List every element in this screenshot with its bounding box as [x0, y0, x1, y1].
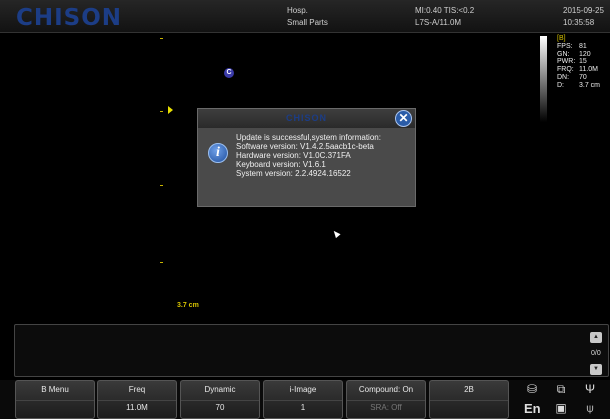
depth-tick — [160, 185, 163, 186]
info-icon: i — [208, 143, 228, 163]
page-count: 0/0 — [591, 350, 601, 357]
patient-info: Hosp. Small Parts — [287, 5, 328, 29]
message-line: System version: 2.2.4924.16522 — [236, 169, 351, 178]
param-row: FPS: 81 — [557, 42, 587, 50]
time: 10:35:58 — [563, 18, 595, 27]
usb-icon[interactable]: ⍦ — [582, 401, 598, 416]
freq-button[interactable]: Freq 11.0M — [97, 380, 177, 419]
dual-b-button[interactable]: 2B — [429, 380, 509, 419]
probe-info: MI:0.40 TIS:<0.2 L7S-A/11.0M — [415, 5, 474, 29]
center-marker: C — [224, 68, 234, 78]
depth-tick — [160, 111, 163, 112]
i-image-button[interactable]: i-Image 1 — [263, 380, 343, 419]
scroll-down-button[interactable]: ▼ — [590, 364, 602, 375]
update-info-dialog: CHISON ✕ i Update is successful,system i… — [197, 108, 416, 207]
param-row: GN: 120 — [557, 50, 591, 58]
datetime: 2015-09-25 10:35:58 — [563, 5, 604, 29]
chison-logo: CHISON — [16, 5, 123, 31]
b-menu-button[interactable]: B Menu — [15, 380, 95, 419]
top-header: CHISON Hosp. Small Parts MI:0.40 TIS:<0.… — [0, 0, 610, 33]
message-line: Software version: V1.4.2.5aacb1c-beta — [236, 142, 374, 151]
param-row: FRQ: 11.0M — [557, 66, 598, 74]
mode-label: [B] — [557, 35, 566, 42]
mi-tis-readout: MI:0.40 TIS:<0.2 — [415, 6, 475, 15]
bottom-menu: B Menu Freq 11.0M Dynamic 70 i-Image 1 C… — [0, 380, 610, 419]
printer-icon[interactable]: ▣ — [553, 401, 569, 415]
dynamic-button[interactable]: Dynamic 70 — [180, 380, 260, 419]
message-line: Hardware version: V1.0C.371FA — [236, 151, 351, 160]
dialog-titlebar: CHISON ✕ — [198, 109, 415, 128]
compound-button[interactable]: Compound: On SRA: Off — [346, 380, 426, 419]
scroll-up-button[interactable]: ▲ — [590, 332, 602, 343]
depth-tick — [160, 262, 163, 263]
hospital-name: Hosp. — [287, 6, 308, 15]
message-line: Keyboard version: V1.6.1 — [236, 160, 326, 169]
exam-type: Small Parts — [287, 18, 328, 27]
date: 2015-09-25 — [563, 6, 604, 15]
close-button[interactable]: ✕ — [395, 110, 412, 127]
usb-icon[interactable]: Ψ — [582, 382, 598, 396]
param-row: PWR: 15 — [557, 58, 587, 66]
depth-tick — [160, 38, 163, 39]
message-line: Update is successful,system information: — [236, 133, 381, 142]
imaging-params: [B] FPS: 81 GN: 120 PWR: 15 FRQ: 11.0M DN: 70… — [557, 35, 600, 90]
depth-label: 3.7 cm — [177, 302, 199, 309]
param-row: DN: 70 — [557, 73, 587, 81]
network-icon[interactable]: ⧉ — [553, 382, 569, 397]
language-indicator[interactable]: En — [524, 401, 541, 416]
status-panel: ▲ 0/0 ▼ — [14, 324, 609, 377]
focus-marker[interactable] — [168, 106, 173, 114]
grayscale-bar — [540, 36, 547, 122]
dialog-title: CHISON — [285, 113, 327, 123]
probe-name: L7S-A/11.0M — [415, 18, 462, 27]
database-icon[interactable]: ⛁ — [524, 382, 540, 396]
param-row: D: 3.7 cm — [557, 81, 601, 89]
dialog-message: Update is successful,system information:… — [236, 133, 381, 178]
